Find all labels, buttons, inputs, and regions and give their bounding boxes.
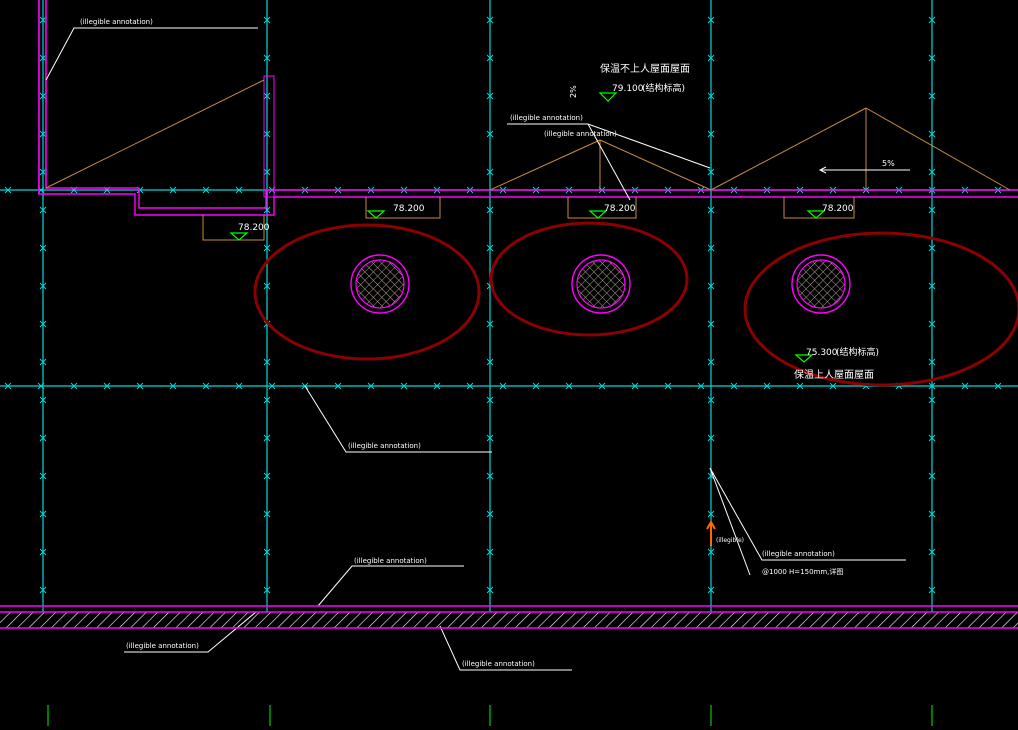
highlight-ellipse-3[interactable] [743,231,1018,387]
top-left-note: (illegible annotation) [80,18,153,26]
gutter-elevation-3: 78.200 [822,204,854,214]
roof-drains [350,254,851,314]
cad-drawing-canvas[interactable]: 保温不上人屋面屋面 2% 79.100 (结构标高) (illegible an… [0,0,1018,726]
gutter-elevation-2: 78.200 [604,204,636,214]
annotation-texts: 保温不上人屋面屋面 2% 79.100 (结构标高) (illegible an… [80,18,895,668]
lower-elevation-note: (结构标高) [836,346,879,358]
arrow-slope-label: 5% [882,159,895,168]
gutter-elevation-1: 78.200 [393,204,425,214]
mid-leader-note: (illegible annotation) [348,442,421,450]
grid-lines-vertical-lower [47,705,933,726]
upper-mid-note-2: (illegible annotation) [544,130,617,138]
roof-elevation: 79.100 [612,84,644,94]
accent-marker [706,519,716,546]
lower-elevation: 75.300 [806,348,838,358]
floor-slab [0,605,1018,629]
roof-slope-lines [45,79,1011,191]
bottom-note-2: (illegible annotation) [126,642,199,650]
grid-lines-vertical [42,0,933,612]
roof-title: 保温不上人屋面屋面 [600,62,690,75]
lower-roof-title: 保温上人屋面屋面 [794,368,874,381]
accent-marker-label: (illegible) [716,537,744,544]
right-note-2: @1000 H=150mm,详图 [762,567,843,576]
upper-mid-note-1: (illegible annotation) [510,114,583,122]
slope-arrow [818,166,910,174]
roof-slab-outline [38,0,1018,216]
bottom-note-1: (illegible annotation) [354,557,427,565]
right-note-1: (illegible annotation) [762,550,835,558]
bottom-note-3: (illegible annotation) [462,660,535,668]
roof-elevation-note: (结构标高) [642,82,685,94]
slope-marker: 2% [569,85,578,98]
gutter-elevation-4: 78.200 [238,223,270,233]
